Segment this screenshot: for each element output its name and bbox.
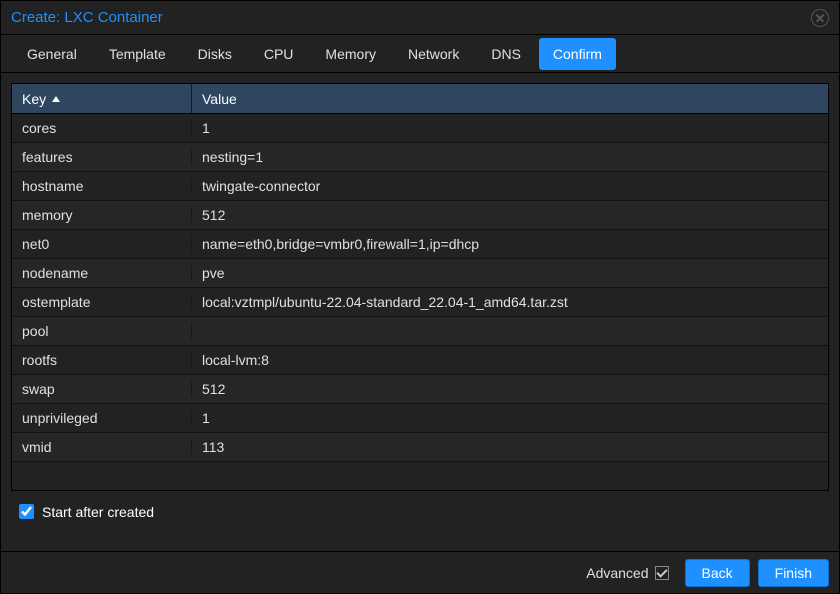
cell-key: unprivileged	[12, 410, 192, 426]
tab-general[interactable]: General	[13, 38, 91, 70]
footer: Advanced Back Finish	[1, 551, 839, 593]
table-row[interactable]: vmid113	[12, 433, 828, 462]
tab-label: Network	[408, 46, 459, 62]
sort-asc-icon	[52, 96, 60, 102]
table-row[interactable]: nodenamepve	[12, 259, 828, 288]
back-button[interactable]: Back	[685, 559, 750, 587]
grid-header: Key Value	[12, 84, 828, 114]
table-row[interactable]: cores1	[12, 114, 828, 143]
tab-disks[interactable]: Disks	[184, 38, 246, 70]
cell-value: local-lvm:8	[192, 352, 828, 368]
table-row[interactable]: swap512	[12, 375, 828, 404]
grid-body: cores1featuresnesting=1hostnametwingate-…	[12, 114, 828, 462]
cell-value: local:vztmpl/ubuntu-22.04-standard_22.04…	[192, 294, 828, 310]
table-row[interactable]: ostemplatelocal:vztmpl/ubuntu-22.04-stan…	[12, 288, 828, 317]
dialog-window: Create: LXC Container General Template D…	[0, 0, 840, 594]
cell-key: ostemplate	[12, 294, 192, 310]
tab-label: Memory	[325, 46, 376, 62]
cell-value: 113	[192, 439, 828, 455]
window-title: Create: LXC Container	[11, 9, 163, 26]
tab-label: Confirm	[553, 46, 602, 62]
cell-value: 512	[192, 381, 828, 397]
close-icon[interactable]	[811, 9, 829, 27]
cell-value: name=eth0,bridge=vmbr0,firewall=1,ip=dhc…	[192, 236, 828, 252]
advanced-checkbox-icon	[655, 566, 669, 580]
tab-network[interactable]: Network	[394, 38, 473, 70]
table-row[interactable]: rootfslocal-lvm:8	[12, 346, 828, 375]
tab-label: Disks	[198, 46, 232, 62]
cell-key: swap	[12, 381, 192, 397]
cell-key: memory	[12, 207, 192, 223]
tab-dns[interactable]: DNS	[477, 38, 535, 70]
cell-value: pve	[192, 265, 828, 281]
tab-label: DNS	[491, 46, 521, 62]
cell-key: nodename	[12, 265, 192, 281]
cell-key: cores	[12, 120, 192, 136]
cell-key: net0	[12, 236, 192, 252]
table-row[interactable]: unprivileged1	[12, 404, 828, 433]
cell-key: vmid	[12, 439, 192, 455]
table-row[interactable]: pool	[12, 317, 828, 346]
column-header-key-label: Key	[22, 91, 46, 107]
tab-bar: General Template Disks CPU Memory Networ…	[1, 35, 839, 73]
tab-memory[interactable]: Memory	[311, 38, 390, 70]
cell-value: nesting=1	[192, 149, 828, 165]
cell-key: rootfs	[12, 352, 192, 368]
tab-confirm[interactable]: Confirm	[539, 38, 616, 70]
finish-button[interactable]: Finish	[758, 559, 829, 587]
cell-value: twingate-connector	[192, 178, 828, 194]
titlebar: Create: LXC Container	[1, 1, 839, 35]
advanced-toggle[interactable]: Advanced	[586, 565, 668, 581]
start-after-created-label[interactable]: Start after created	[42, 504, 154, 520]
cell-key: hostname	[12, 178, 192, 194]
start-after-created-row: Start after created	[11, 491, 829, 522]
table-row[interactable]: memory512	[12, 201, 828, 230]
tab-template[interactable]: Template	[95, 38, 180, 70]
confirm-grid: Key Value cores1featuresnesting=1hostnam…	[11, 83, 829, 491]
table-row[interactable]: net0name=eth0,bridge=vmbr0,firewall=1,ip…	[12, 230, 828, 259]
start-after-created-checkbox[interactable]	[19, 504, 34, 519]
table-row[interactable]: hostnametwingate-connector	[12, 172, 828, 201]
content-area: Key Value cores1featuresnesting=1hostnam…	[1, 73, 839, 551]
cell-value: 1	[192, 410, 828, 426]
cell-value: 1	[192, 120, 828, 136]
table-row[interactable]: featuresnesting=1	[12, 143, 828, 172]
grid-spacer	[12, 462, 828, 490]
column-header-value[interactable]: Value	[192, 84, 828, 113]
column-header-value-label: Value	[202, 91, 237, 107]
cell-value: 512	[192, 207, 828, 223]
advanced-label: Advanced	[586, 565, 648, 581]
tab-label: Template	[109, 46, 166, 62]
tab-label: CPU	[264, 46, 294, 62]
cell-key: pool	[12, 323, 192, 339]
tab-label: General	[27, 46, 77, 62]
column-header-key[interactable]: Key	[12, 84, 192, 113]
cell-key: features	[12, 149, 192, 165]
tab-cpu[interactable]: CPU	[250, 38, 308, 70]
